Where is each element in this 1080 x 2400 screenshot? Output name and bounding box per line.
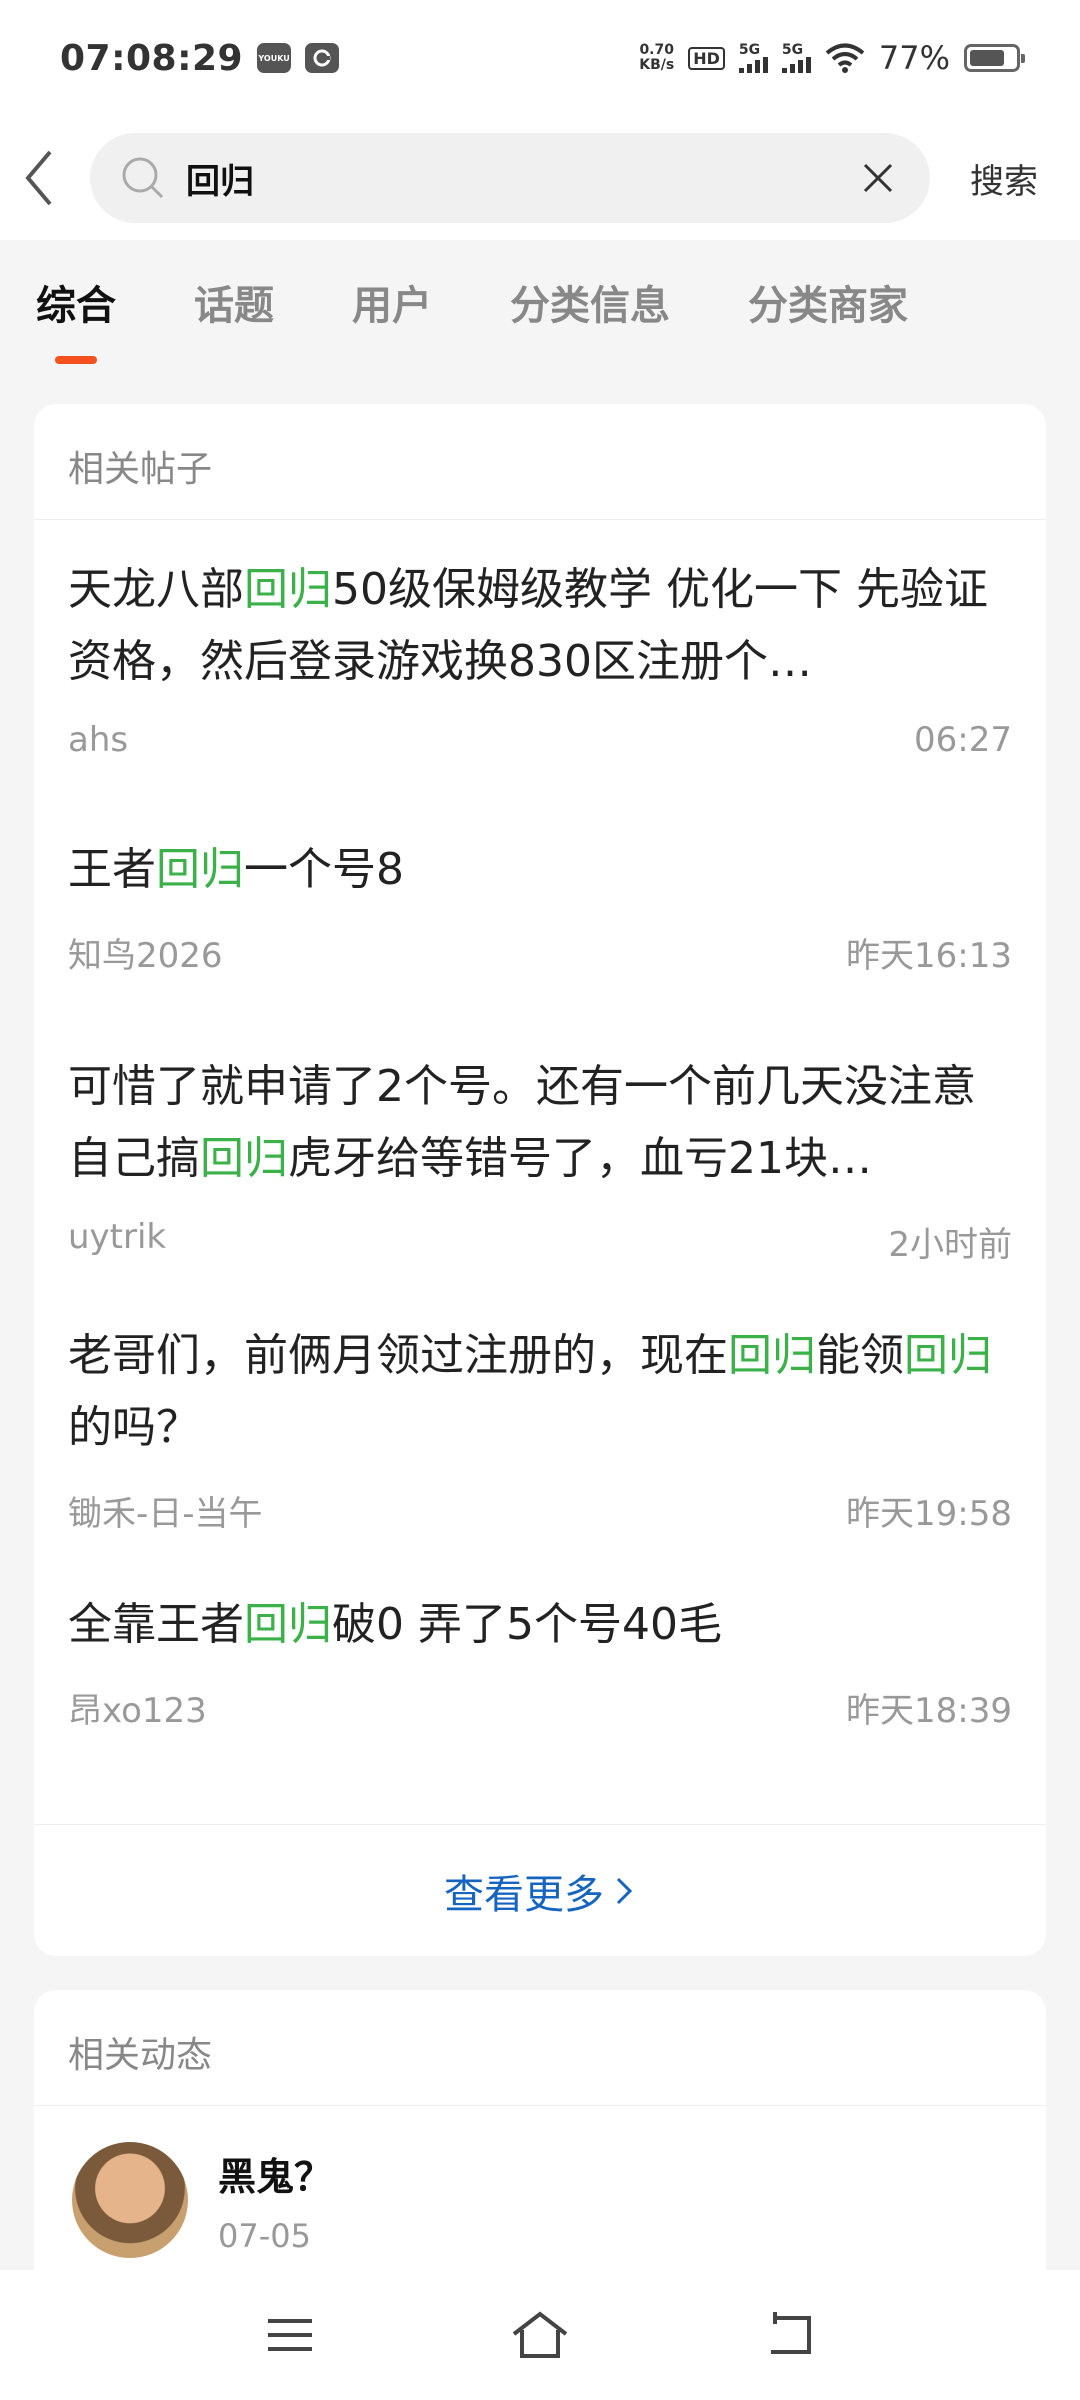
- system-navigation-bar: [0, 2270, 1080, 2400]
- status-bar: 07:08:29 YOUKU 0.70 KB/s HD 5G 5G 77%: [0, 0, 1080, 116]
- post-meta: ahs 06:27: [68, 720, 1012, 760]
- post-item[interactable]: 王者回归一个号8 知鸟2026 昨天16:13: [34, 760, 1046, 977]
- avatar[interactable]: [72, 2142, 188, 2258]
- app-c-icon: [305, 43, 340, 73]
- chevron-right-icon: [616, 1877, 633, 1904]
- post-item[interactable]: 老哥们，前俩月领过注册的，现在回归能领回归的吗？ 锄禾-日-当午 昨天19:58: [34, 1266, 1046, 1535]
- post-time: 昨天16:13: [846, 936, 1012, 976]
- dynamic-item[interactable]: 黑鬼？ 07-05: [34, 2106, 1046, 2294]
- post-text: 老哥们，前俩月领过注册的，现在回归能领回归的吗？: [68, 1330, 992, 1453]
- result-tabs: 综合 话题 用户 分类信息 分类商家: [0, 240, 1080, 364]
- hd-badge: HD: [688, 46, 725, 70]
- post-text: 全靠王者回归破0 弄了5个号40毛: [68, 1599, 722, 1650]
- tab-classified-merchants[interactable]: 分类商家: [748, 240, 908, 364]
- status-time: 07:08:29: [60, 37, 244, 79]
- post-author: ahs: [68, 720, 129, 760]
- post-meta: uytrik 2小时前: [68, 1217, 1012, 1266]
- post-time: 昨天18:39: [846, 1691, 1012, 1731]
- view-more-label: 查看更多: [444, 1871, 604, 1918]
- clear-icon[interactable]: [856, 156, 900, 200]
- user-name[interactable]: 黑鬼？: [218, 2146, 332, 2201]
- post-meta: 昂xo123 昨天18:39: [68, 1683, 1012, 1732]
- post-author: 昂xo123: [68, 1691, 207, 1731]
- youku-icon: YOUKU: [257, 43, 292, 73]
- search-icon: [120, 155, 166, 201]
- tab-users[interactable]: 用户: [352, 240, 432, 364]
- tab-comprehensive[interactable]: 综合: [36, 240, 116, 364]
- dynamic-date: 07-05: [218, 2216, 311, 2255]
- post-item[interactable]: 全靠王者回归破0 弄了5个号40毛 昂xo123 昨天18:39: [34, 1535, 1046, 1732]
- related-posts-title: 相关帖子: [34, 404, 1046, 520]
- wifi-icon: [825, 43, 865, 73]
- view-more-button[interactable]: 查看更多: [34, 1824, 1046, 1956]
- post-meta: 知鸟2026 昨天16:13: [68, 928, 1012, 977]
- related-posts-card: 相关帖子 天龙八部回归50级保姆级教学 优化一下 先验证资格，然后登录游戏换83…: [34, 404, 1046, 1956]
- post-meta: 锄禾-日-当午 昨天19:58: [68, 1486, 1012, 1535]
- post-text: 天龙八部回归50级保姆级教学 优化一下 先验证资格，然后登录游戏换830区注册个…: [68, 564, 988, 687]
- network-speed: 0.70 KB/s: [639, 42, 675, 73]
- battery-icon: [964, 44, 1025, 72]
- back-nav-icon: [771, 2312, 811, 2354]
- search-input[interactable]: [186, 158, 856, 198]
- back-nav-button[interactable]: [755, 2300, 825, 2370]
- post-item[interactable]: 可惜了就申请了2个号。还有一个前几天没注意自己搞回归虎牙给等错号了，血亏21块……: [34, 977, 1046, 1266]
- search-results-page: 07:08:29 YOUKU 0.70 KB/s HD 5G 5G 77% 回归…: [0, 0, 1080, 2400]
- post-text: 王者回归一个号8: [68, 844, 404, 895]
- post-item[interactable]: 天龙八部回归50级保姆级教学 优化一下 先验证资格，然后登录游戏换830区注册个…: [34, 520, 1046, 760]
- post-author: uytrik: [68, 1217, 167, 1257]
- tab-classified-info[interactable]: 分类信息: [510, 240, 670, 364]
- menu-icon: [268, 2319, 312, 2351]
- post-time: 2小时前: [888, 1225, 1012, 1265]
- back-button[interactable]: [0, 128, 80, 228]
- home-icon: [512, 2311, 568, 2358]
- post-time: 昨天19:58: [846, 1494, 1012, 1534]
- post-author: 锄禾-日-当午: [68, 1494, 263, 1534]
- related-dynamics-title: 相关动态: [34, 1990, 1046, 2106]
- home-button[interactable]: [505, 2300, 575, 2370]
- search-box[interactable]: [90, 133, 930, 223]
- menu-button[interactable]: [255, 2300, 325, 2370]
- battery-percent: 77%: [878, 39, 950, 77]
- signal-icon-2: 5G: [781, 43, 811, 73]
- post-text: 可惜了就申请了2个号。还有一个前几天没注意自己搞回归虎牙给等错号了，血亏21块…: [68, 1061, 976, 1184]
- signal-icon-1: 5G: [738, 43, 768, 73]
- tab-topics[interactable]: 话题: [194, 240, 274, 364]
- back-arrow-icon: [25, 150, 52, 206]
- post-time: 06:27: [914, 720, 1012, 760]
- post-author: 知鸟2026: [68, 936, 223, 976]
- search-submit-button[interactable]: 搜索: [970, 154, 1038, 203]
- search-header: 搜索: [0, 116, 1080, 240]
